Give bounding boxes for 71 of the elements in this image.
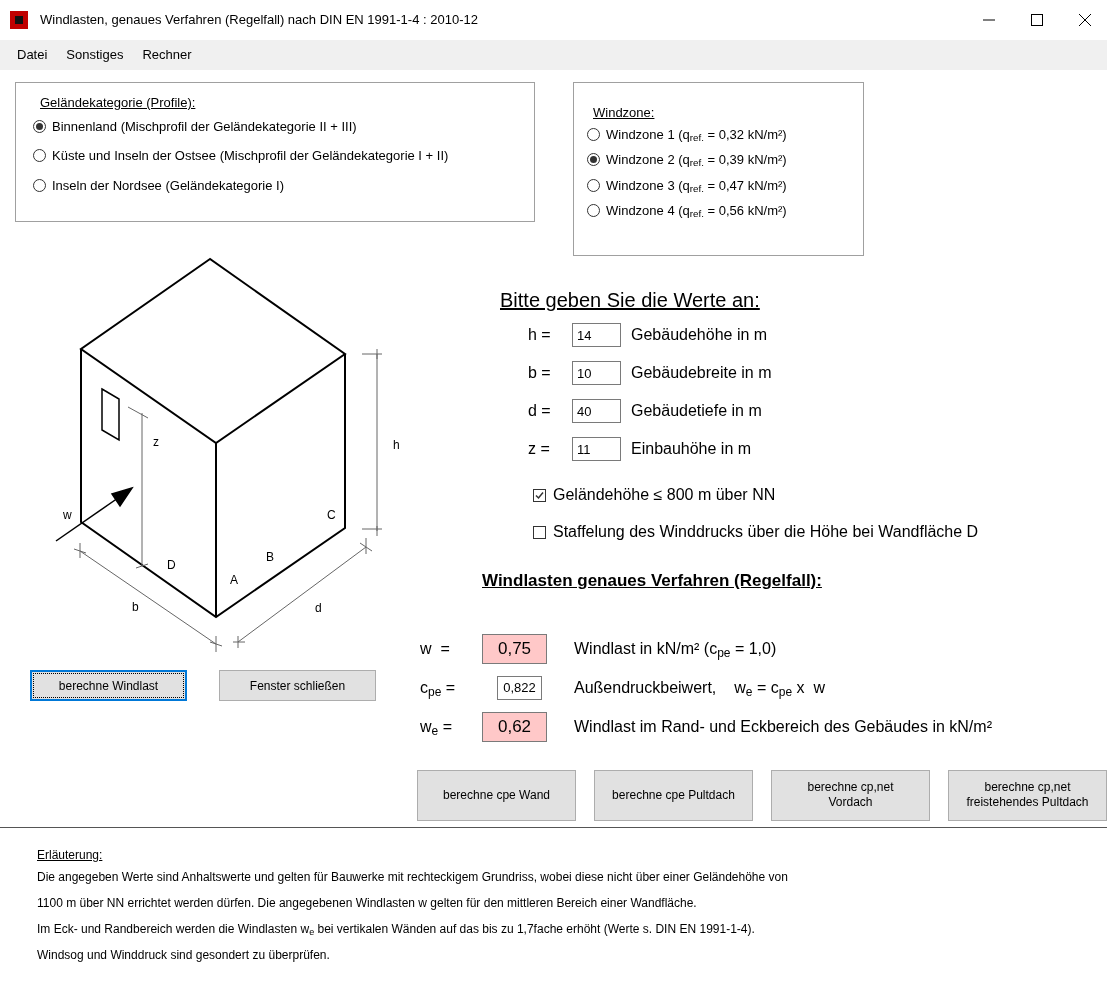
radio-button[interactable] <box>33 178 46 192</box>
symbol-label: c$_{pe}$ = <box>420 677 457 700</box>
menu-item[interactable]: Sonstiges <box>66 45 124 65</box>
radio-button[interactable] <box>587 178 600 192</box>
explanation-text: Im Eck- und Randbereich werden die Windlasten w$_{e}$ bei vertikalen Wänden auf das bis zu 1,7fache erhöht (Werte s. DIN EN 1991-1-4). <box>37 921 756 938</box>
field-label: Einbauhöhe in m <box>631 439 752 459</box>
figure-label: d <box>315 601 322 615</box>
radio-label[interactable]: Windzone 1 (q$_{ref.}$ = 0,32 kN/m²) <box>606 124 787 144</box>
maximize-icon[interactable] <box>1031 14 1043 26</box>
figure-label: C <box>327 508 336 522</box>
symbol-label: w$_{e}$ = <box>420 716 454 739</box>
checkbox-label[interactable]: Geländehöhe ≤ 800 m über NN <box>553 483 776 507</box>
checkbox[interactable] <box>533 525 546 539</box>
radio-label[interactable]: Windzone 4 (q$_{ref.}$ = 0,56 kN/m²) <box>606 201 787 221</box>
button[interactable]: berechne cp,net Vordach <box>771 769 930 821</box>
field-label: Gebäudetiefe in m <box>631 401 762 421</box>
figure-label: z <box>153 435 159 449</box>
figure-label: b <box>132 600 139 614</box>
results-heading: Windlasten genaues Verfahren (Regelfall): <box>482 570 823 592</box>
explanation-title: Erläuterung: <box>37 847 104 864</box>
radio-button[interactable] <box>33 119 46 133</box>
close-icon[interactable] <box>1079 14 1091 26</box>
explanation-text: Die angegeben Werte sind Anhaltswerte und gelten für Bauwerke mit rechteckigem Grundriss, wobei diese nicht über einer Geländehöhe von <box>37 869 789 886</box>
window-title: Windlasten, genaues Verfahren (Regelfall) nach DIN EN 1991-1-4 : 2010-12 <box>40 11 478 30</box>
menu-item[interactable]: Datei <box>17 45 48 65</box>
figure-label: B <box>266 550 274 564</box>
explanation-text: 1100 m über NN errichtet werden dürfen. Die angegebenen Windlasten w gelten für den mittleren Bereich einer Wandfläche. <box>37 895 698 912</box>
checkbox[interactable] <box>533 488 546 502</box>
radio-label[interactable]: Windzone 2 (q$_{ref.}$ = 0,39 kN/m²) <box>606 150 787 170</box>
symbol-label: b = <box>528 363 552 383</box>
radio-label[interactable]: Inseln der Nordsee (Geländekategorie I) <box>52 175 284 195</box>
figure-label: D <box>167 558 176 572</box>
input-field[interactable]: 14 <box>572 323 621 347</box>
radio-button[interactable] <box>587 204 600 218</box>
field-label: Windlast im Rand- und Eckbereich des Gebäudes in kN/m² <box>574 716 992 737</box>
radio-label[interactable]: Windzone 3 (q$_{ref.}$ = 0,47 kN/m²) <box>606 175 787 195</box>
figure-label: w <box>63 508 72 522</box>
radio-label[interactable]: Küste und Inseln der Ostsee (Mischprofil der Geländekategorie I + II) <box>52 146 449 166</box>
radio-label[interactable]: Binnenland (Mischprofil der Geländekategorie II + III) <box>52 116 357 136</box>
field-label: Außendruckbeiwert, <box>574 677 717 698</box>
app-icon <box>10 11 28 29</box>
field-label: Gebäudehöhe in m <box>631 325 768 345</box>
explanation-text: Windsog und Winddruck sind gesondert zu überprüfen. <box>37 947 331 964</box>
input-field[interactable]: 11 <box>572 437 621 461</box>
radio-button[interactable] <box>587 153 600 167</box>
symbol-label: d = <box>528 401 552 421</box>
radio-button[interactable] <box>33 149 46 163</box>
input-field[interactable]: 10 <box>572 361 621 385</box>
formula-label: w$_{e}$ = c$_{pe}$ x w <box>734 677 826 700</box>
button[interactable]: Fenster schließen <box>219 670 376 701</box>
radio-button[interactable] <box>587 127 600 141</box>
button[interactable]: berechne cpe Wand <box>417 769 576 821</box>
input-field[interactable]: 40 <box>572 399 621 423</box>
field-label: Gebäudebreite in m <box>631 363 772 383</box>
field-label: Windlast in kN/m² (c$_{pe}$ = 1,0) <box>574 638 777 661</box>
symbol-label: z = <box>528 439 551 459</box>
output-field[interactable]: 0,75 <box>482 633 547 664</box>
group-title: Windzone: <box>593 104 656 122</box>
checkbox-label[interactable]: Staffelung des Winddrucks über die Höhe bei Wandfläche D <box>553 520 979 544</box>
input-field[interactable]: 0,822 <box>497 675 542 700</box>
button[interactable]: berechne cp,net freistehendes Pultdach <box>948 769 1107 821</box>
form-heading: Bitte geben Sie die Werte an: <box>500 288 761 312</box>
figure-label: h <box>393 438 400 452</box>
output-field[interactable]: 0,62 <box>482 711 547 742</box>
group-title: Geländekategorie (Profile): <box>40 94 197 112</box>
menu-item[interactable]: Rechner <box>142 45 192 65</box>
button[interactable]: berechne cpe Pultdach <box>594 769 753 821</box>
button[interactable]: berechne Windlast <box>30 670 187 701</box>
symbol-label: w = <box>420 638 451 659</box>
figure-label: A <box>230 573 238 587</box>
symbol-label: h = <box>528 325 552 345</box>
